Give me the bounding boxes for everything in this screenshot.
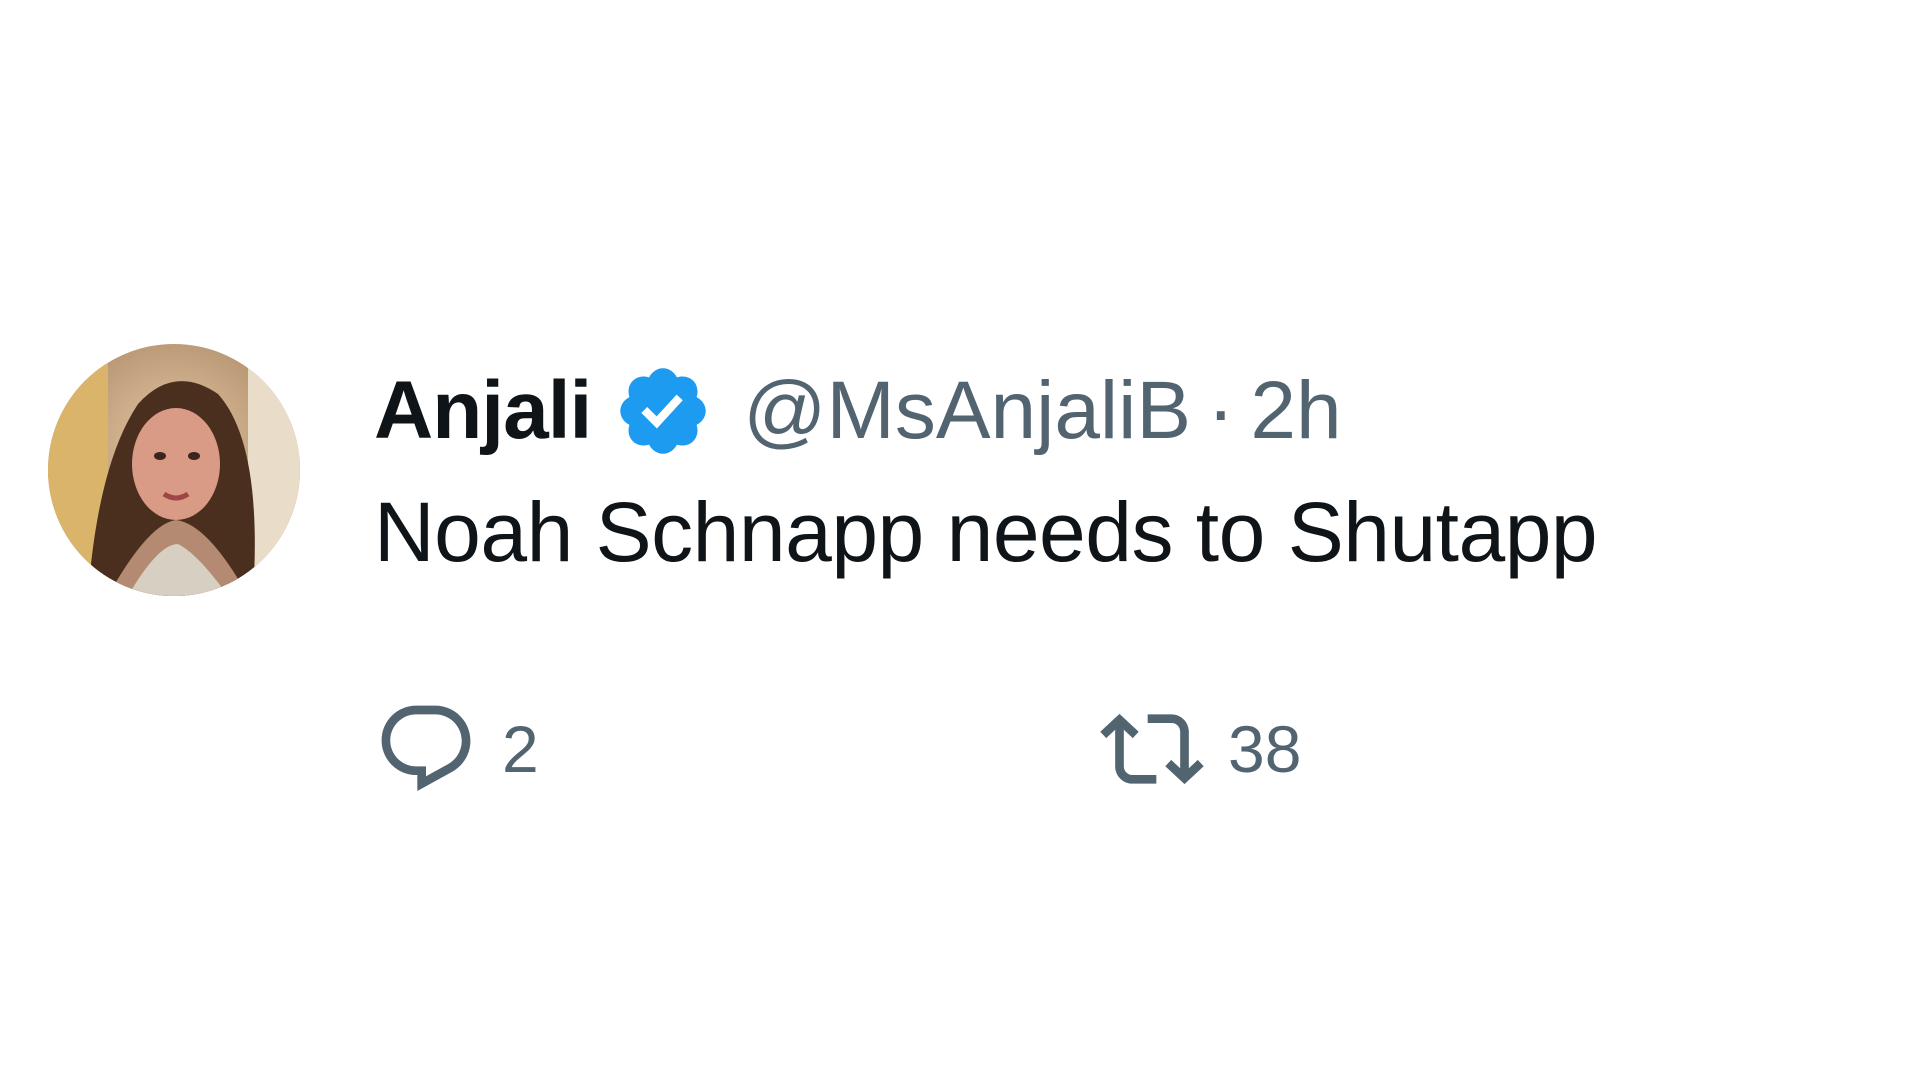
reply-count: 2	[502, 712, 539, 786]
retweet-icon	[1100, 697, 1204, 801]
reply-button[interactable]: 2	[374, 694, 539, 804]
retweet-count: 38	[1228, 712, 1302, 786]
user-handle[interactable]: @MsAnjaliB	[743, 364, 1191, 458]
verified-badge-icon	[613, 361, 713, 461]
separator-dot: ·	[1207, 365, 1235, 456]
retweet-button[interactable]: 38	[1100, 694, 1301, 804]
tweet-actions: 2 38	[374, 694, 1474, 804]
avatar[interactable]	[48, 344, 300, 596]
display-name[interactable]: Anjali	[374, 364, 592, 458]
tweet-content: Anjali @MsAnjaliB · 2h Noah Schnapp need…	[374, 356, 1848, 581]
tweet-text: Noah Schnapp needs to Shutapp	[374, 485, 1598, 579]
timestamp[interactable]: 2h	[1250, 364, 1341, 458]
tweet-header: Anjali @MsAnjaliB · 2h	[374, 356, 1848, 466]
reply-icon	[374, 697, 478, 801]
tweet-card[interactable]: Anjali @MsAnjaliB · 2h Noah Schnapp need…	[48, 344, 1848, 804]
avatar-photo	[48, 344, 300, 596]
